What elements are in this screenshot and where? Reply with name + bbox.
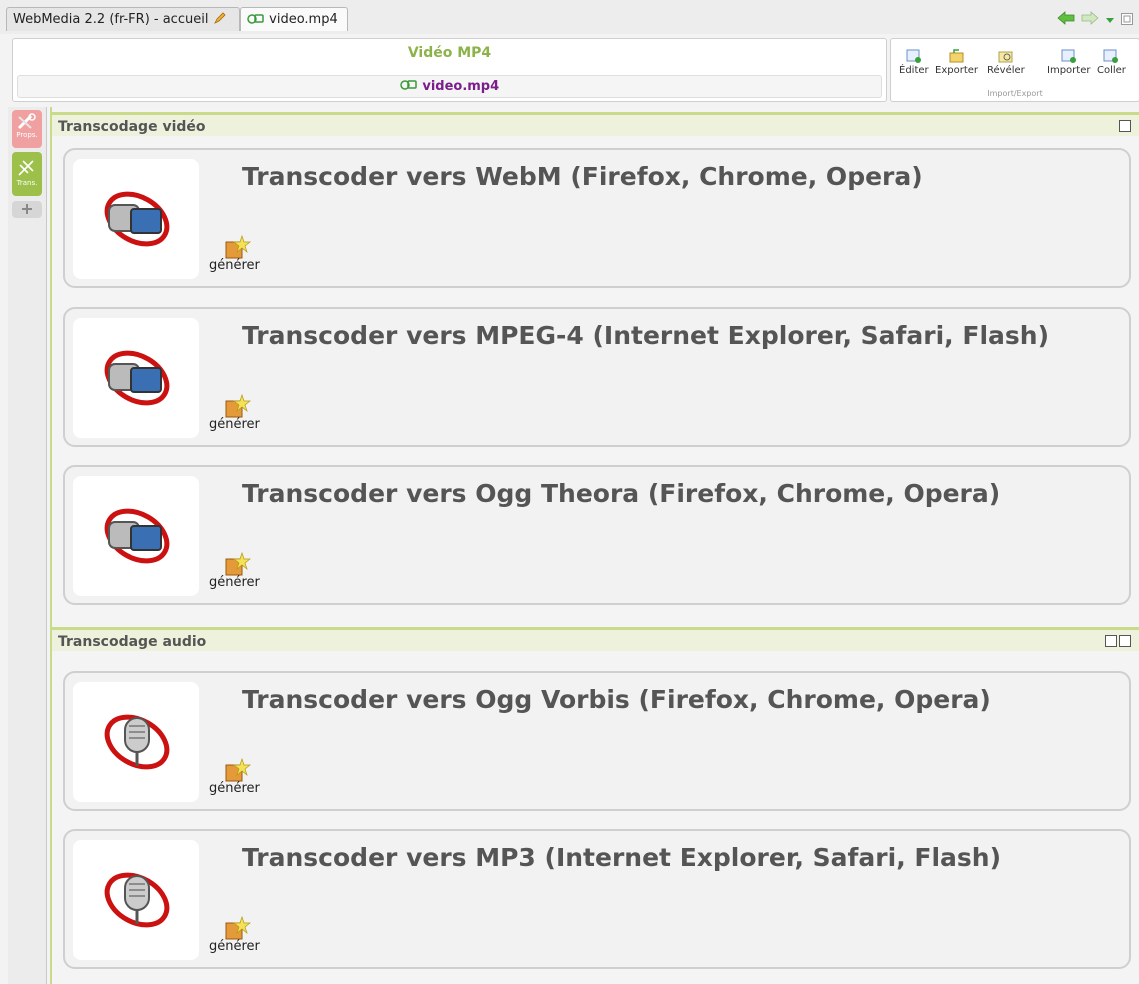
- import-button[interactable]: Importer: [1047, 49, 1090, 76]
- card-transcode: Transcoder vers Ogg Theora (Firefox, Chr…: [63, 465, 1131, 605]
- card-title: Transcoder vers Ogg Vorbis (Firefox, Chr…: [242, 685, 991, 714]
- maximize-icon[interactable]: [1119, 120, 1131, 132]
- video-transcode-icon: [73, 318, 199, 438]
- sidebar-add-tab[interactable]: [12, 201, 42, 218]
- export-button[interactable]: Exporter: [935, 49, 978, 76]
- reveal-label: Révéler: [987, 65, 1025, 76]
- generate-label: générer: [209, 939, 260, 954]
- sidebar-item-label: Trans.: [16, 179, 38, 187]
- export-label: Exporter: [935, 65, 978, 76]
- import-icon: [1061, 49, 1076, 63]
- card-transcode: Transcoder vers MP3 (Internet Explorer, …: [63, 829, 1131, 969]
- pencil-icon: [213, 10, 231, 24]
- side-panel-tabs: Props. Trans.: [8, 107, 47, 984]
- edit-button[interactable]: Éditer: [899, 49, 929, 76]
- audio-transcode-icon: [73, 682, 199, 802]
- video-transcode-icon: [73, 159, 199, 279]
- card-transcode: Transcoder vers Ogg Vorbis (Firefox, Chr…: [63, 671, 1131, 811]
- video-file-icon: [247, 10, 265, 24]
- generate-label: générer: [209, 258, 260, 273]
- card-title: Transcoder vers Ogg Theora (Firefox, Chr…: [242, 479, 1001, 508]
- generate-icon: [225, 757, 251, 782]
- tools-icon: [17, 113, 36, 130]
- section-header-video[interactable]: Transcodage vidéo: [52, 112, 1139, 136]
- tab-video[interactable]: video.mp4: [240, 7, 348, 31]
- edit-label: Éditer: [899, 65, 929, 76]
- edit-icon: [906, 49, 921, 63]
- video-transcode-icon: [73, 476, 199, 596]
- paste-button[interactable]: Coller: [1097, 49, 1126, 76]
- add-icon: [22, 204, 32, 214]
- audio-transcode-icon: [73, 840, 199, 960]
- reveal-button[interactable]: Révéler: [987, 49, 1025, 76]
- reveal-icon: [998, 51, 1013, 63]
- tab-bar: WebMedia 2.2 (fr-FR) - accueil video.mp4: [0, 0, 1139, 34]
- generate-label: générer: [209, 781, 260, 796]
- generate-button[interactable]: générer: [209, 551, 269, 595]
- toolbar-group-label: Import/Export: [987, 89, 1043, 98]
- card-transcode: Transcoder vers MPEG-4 (Internet Explore…: [63, 307, 1131, 447]
- export-icon: [949, 49, 963, 63]
- generate-button[interactable]: générer: [209, 757, 269, 801]
- sidebar-item-label: Props.: [16, 131, 38, 139]
- sidebar-item-props[interactable]: Props.: [12, 110, 42, 148]
- generate-icon: [225, 234, 251, 259]
- paste-label: Coller: [1097, 65, 1126, 76]
- forward-arrow-icon[interactable]: [1081, 10, 1099, 29]
- sidebar-item-trans[interactable]: Trans.: [12, 152, 42, 196]
- main-panel: Transcodage vidéo Transcoder vers WebM (…: [50, 107, 1139, 984]
- import-label: Importer: [1047, 65, 1091, 76]
- generate-button[interactable]: générer: [209, 393, 269, 437]
- tab-video-label: video.mp4: [269, 12, 338, 27]
- card-title: Transcoder vers MP3 (Internet Explorer, …: [242, 843, 1002, 872]
- back-arrow-icon[interactable]: [1057, 10, 1075, 29]
- document-name-bar[interactable]: video.mp4: [17, 75, 882, 98]
- maximize-icon[interactable]: [1121, 10, 1133, 29]
- dropdown-icon[interactable]: [1105, 10, 1115, 29]
- card-title: Transcoder vers WebM (Firefox, Chrome, O…: [242, 162, 923, 191]
- minimize-icon[interactable]: [1105, 635, 1117, 647]
- document-name: video.mp4: [422, 79, 500, 94]
- generate-label: générer: [209, 575, 260, 590]
- generate-icon: [225, 393, 251, 418]
- section-header-audio[interactable]: Transcodage audio: [52, 627, 1139, 651]
- section-title: Transcodage vidéo: [58, 119, 206, 135]
- video-file-icon: [400, 79, 418, 94]
- generate-icon: [225, 551, 251, 576]
- card-title: Transcoder vers MPEG-4 (Internet Explore…: [242, 321, 1049, 350]
- generate-button[interactable]: générer: [209, 915, 269, 959]
- import-export-toolbar: Éditer Exporter Révéler Importer Coller …: [890, 38, 1139, 102]
- tab-home-label: WebMedia 2.2 (fr-FR) - accueil: [13, 12, 209, 27]
- tab-home[interactable]: WebMedia 2.2 (fr-FR) - accueil: [6, 7, 240, 31]
- generate-button[interactable]: générer: [209, 234, 269, 278]
- paste-icon: [1103, 49, 1119, 63]
- document-header: Vidéo MP4 video.mp4: [12, 38, 887, 102]
- card-transcode: Transcoder vers WebM (Firefox, Chrome, O…: [63, 148, 1131, 288]
- section-title: Transcodage audio: [58, 634, 207, 650]
- transcode-icon: [18, 160, 34, 176]
- generate-label: générer: [209, 417, 260, 432]
- maximize-icon[interactable]: [1119, 635, 1131, 647]
- document-type-title: Vidéo MP4: [407, 45, 492, 61]
- nav-controls: [1057, 10, 1133, 28]
- generate-icon: [225, 915, 251, 940]
